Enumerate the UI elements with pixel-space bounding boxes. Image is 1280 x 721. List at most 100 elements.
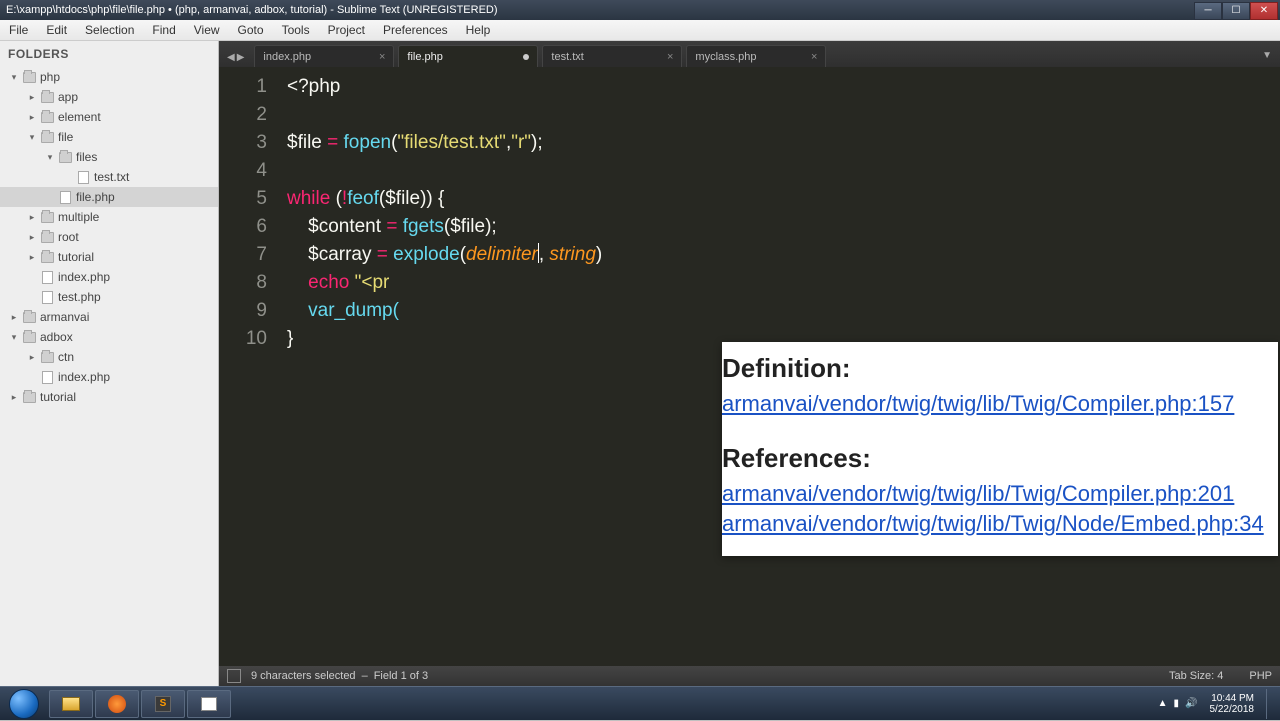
- tree-item-label: file: [58, 130, 73, 144]
- editor-status-bar: 9 characters selected – Field 1 of 3 Tab…: [219, 666, 1280, 686]
- tab-close-icon[interactable]: ×: [667, 51, 673, 63]
- tree-arrow-icon[interactable]: ▸: [26, 252, 38, 263]
- tree-folder[interactable]: ▾files: [0, 147, 218, 167]
- tree-arrow-icon[interactable]: ▸: [26, 352, 38, 363]
- tray-network-icon[interactable]: ▮: [1174, 698, 1180, 709]
- taskbar-sublime-icon[interactable]: S: [141, 690, 185, 718]
- tree-arrow-icon[interactable]: ▾: [8, 332, 20, 343]
- file-icon: [40, 290, 54, 304]
- tab-label: file.php: [407, 51, 442, 63]
- tree-arrow-icon[interactable]: ▸: [26, 112, 38, 123]
- tree-item-label: multiple: [58, 210, 99, 224]
- minimize-button[interactable]: ─: [1194, 2, 1222, 20]
- menu-goto[interactable]: Goto: [229, 20, 273, 41]
- folder-icon: [58, 150, 72, 164]
- tree-folder[interactable]: ▸tutorial: [0, 247, 218, 267]
- windows-taskbar: S ▲ ▮ 🔊 10:44 PM 5/22/2018: [0, 686, 1280, 720]
- menu-preferences[interactable]: Preferences: [374, 20, 457, 41]
- tree-file[interactable]: file.php: [0, 187, 218, 207]
- tree-arrow-icon[interactable]: ▸: [26, 232, 38, 243]
- popup-reference-link[interactable]: armanvai/vendor/twig/twig/lib/Twig/Compi…: [722, 480, 1264, 508]
- code-area[interactable]: 1 2 3 4 5 6 7 8 9 10 <?php $file = fopen…: [219, 67, 1280, 666]
- menu-help[interactable]: Help: [457, 20, 500, 41]
- popup-definition-heading: Definition:: [722, 354, 1264, 382]
- tree-arrow-icon[interactable]: ▸: [8, 312, 20, 323]
- tree-folder[interactable]: ▸tutorial: [0, 387, 218, 407]
- tree-file[interactable]: index.php: [0, 367, 218, 387]
- tree-arrow-icon[interactable]: ▸: [26, 92, 38, 103]
- tree-folder[interactable]: ▸root: [0, 227, 218, 247]
- tree-item-label: app: [58, 90, 78, 104]
- tree-folder[interactable]: ▾ file: [0, 127, 218, 147]
- menu-edit[interactable]: Edit: [37, 20, 76, 41]
- status-panel-icon[interactable]: [227, 669, 241, 683]
- tree-arrow-icon[interactable]: ▾: [8, 72, 20, 83]
- status-field: Field 1 of 3: [374, 670, 428, 682]
- tree-folder[interactable]: ▸ app: [0, 87, 218, 107]
- tree-file[interactable]: test.php: [0, 287, 218, 307]
- menu-selection[interactable]: Selection: [76, 20, 143, 41]
- tab-close-icon[interactable]: ×: [811, 51, 817, 63]
- status-selection: 9 characters selected: [251, 670, 356, 682]
- window-title: E:\xampp\htdocs\php\file\file.php • (php…: [6, 4, 498, 16]
- folder-icon: [22, 330, 36, 344]
- tree-arrow-icon[interactable]: ▾: [44, 152, 56, 163]
- sidebar: FOLDERS ▾php▸app▸element▾file▾filestest.…: [0, 41, 219, 686]
- tab-dirty-icon: [523, 54, 529, 60]
- tree-arrow-icon[interactable]: ▸: [8, 392, 20, 403]
- tab-nav-back-icon[interactable]: ◀: [227, 52, 235, 63]
- menu-project[interactable]: Project: [319, 20, 374, 41]
- menu-find[interactable]: Find: [143, 20, 184, 41]
- popup-definition-link[interactable]: armanvai/vendor/twig/twig/lib/Twig/Compi…: [722, 390, 1264, 418]
- status-syntax[interactable]: PHP: [1249, 670, 1272, 682]
- tray-clock[interactable]: 10:44 PM 5/22/2018: [1204, 693, 1261, 715]
- popup-reference-link[interactable]: armanvai/vendor/twig/twig/lib/Twig/Node/…: [722, 510, 1264, 538]
- folder-icon: [40, 250, 54, 264]
- line-number-gutter: 1 2 3 4 5 6 7 8 9 10: [219, 67, 277, 666]
- folder-icon: [40, 350, 54, 364]
- tree-item-label: php: [40, 70, 60, 84]
- menu-file[interactable]: File: [0, 20, 37, 41]
- show-desktop-button[interactable]: [1266, 689, 1274, 719]
- folder-icon: [40, 130, 54, 144]
- menu-view[interactable]: View: [185, 20, 229, 41]
- sidebar-header: FOLDERS: [0, 41, 218, 67]
- popup-references-heading: References:: [722, 444, 1264, 472]
- folder-icon: [40, 110, 54, 124]
- editor-tab[interactable]: test.txt×: [542, 45, 682, 67]
- tray-volume-icon[interactable]: 🔊: [1185, 698, 1197, 709]
- folder-icon: [22, 390, 36, 404]
- taskbar-app-icon[interactable]: [187, 690, 231, 718]
- file-icon: [58, 190, 72, 204]
- menu-tools[interactable]: Tools: [273, 20, 319, 41]
- file-icon: [40, 370, 54, 384]
- code-content[interactable]: <?php $file = fopen("files/test.txt","r"…: [277, 67, 1280, 666]
- folder-icon: [40, 210, 54, 224]
- editor-tab[interactable]: index.php×: [254, 45, 394, 67]
- tree-file[interactable]: test.txt: [0, 167, 218, 187]
- maximize-button[interactable]: ☐: [1222, 2, 1250, 20]
- folder-icon: [22, 70, 36, 84]
- taskbar-explorer-icon[interactable]: [49, 690, 93, 718]
- editor-tab[interactable]: myclass.php ×: [686, 45, 826, 67]
- tree-folder[interactable]: ▾ php: [0, 67, 218, 87]
- tree-folder[interactable]: ▾adbox: [0, 327, 218, 347]
- tree-folder[interactable]: ▸ctn: [0, 347, 218, 367]
- tree-arrow-icon[interactable]: ▸: [26, 212, 38, 223]
- tray-flag-icon[interactable]: ▲: [1158, 698, 1168, 709]
- editor-tab[interactable]: file.php: [398, 45, 538, 67]
- close-button[interactable]: ✕: [1250, 2, 1278, 20]
- tree-file[interactable]: index.php: [0, 267, 218, 287]
- tab-nav-forward-icon[interactable]: ▶: [237, 52, 245, 63]
- editor: ◀ ▶ index.php×file.phptest.txt×myclass.p…: [219, 41, 1280, 686]
- tab-label: myclass.php: [695, 51, 756, 63]
- start-button[interactable]: [0, 687, 48, 721]
- tree-folder[interactable]: ▸armanvai: [0, 307, 218, 327]
- tab-close-icon[interactable]: ×: [379, 51, 385, 63]
- tree-folder[interactable]: ▸element: [0, 107, 218, 127]
- tree-arrow-icon[interactable]: ▾: [26, 132, 38, 143]
- status-tab-size[interactable]: Tab Size: 4: [1169, 670, 1223, 682]
- tree-folder[interactable]: ▸ multiple: [0, 207, 218, 227]
- tab-overflow-icon[interactable]: ▼: [1262, 50, 1280, 67]
- taskbar-firefox-icon[interactable]: [95, 690, 139, 718]
